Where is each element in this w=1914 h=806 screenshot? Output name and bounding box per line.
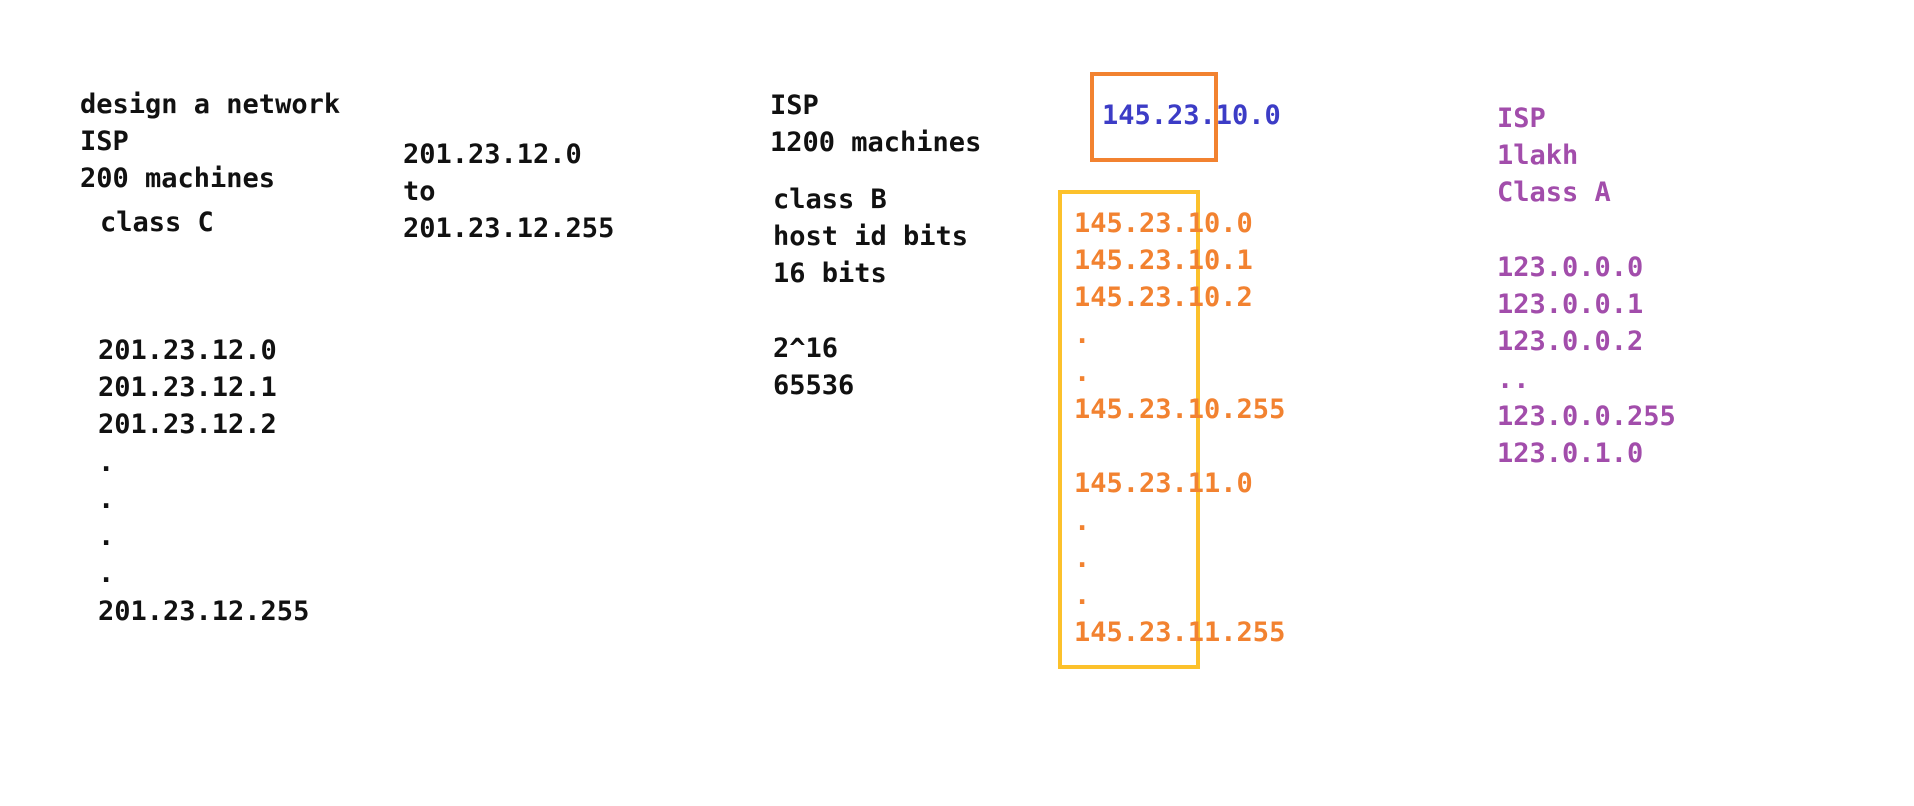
col4-address-item: 145.23.10.0 xyxy=(1074,208,1253,239)
col1-address-dot: . xyxy=(98,558,115,589)
col3-class-label: class B xyxy=(773,184,887,215)
col3-isp-label: ISP xyxy=(770,90,819,121)
col4-address-dot: . xyxy=(1074,319,1091,350)
col5-address-item: 123.0.0.2 xyxy=(1497,326,1644,357)
col4-address-item: 145.23.10.2 xyxy=(1074,282,1253,313)
col4-address-item: 145.23.11.255 xyxy=(1074,617,1286,648)
col3-count-label: 65536 xyxy=(773,370,855,401)
col5-address-item: 123.0.1.0 xyxy=(1497,438,1644,469)
col1-address-dot: . xyxy=(98,447,115,478)
col4-address-item: 145.23.10.255 xyxy=(1074,394,1286,425)
col4-address-item: 145.23.11.0 xyxy=(1074,468,1253,499)
col1-machines-label: 200 machines xyxy=(80,163,276,194)
col1-class-label: class C xyxy=(100,207,214,238)
col2-range-end: 201.23.12.255 xyxy=(403,213,615,244)
col5-class-label: Class A xyxy=(1497,177,1611,208)
heading-design-network: design a network xyxy=(80,89,341,120)
col4-network-id: 145.23.10.0 xyxy=(1102,100,1281,131)
col3-host-id-label: host id bits xyxy=(773,221,969,252)
col5-isp-label: ISP xyxy=(1497,103,1546,134)
col1-address-item: 201.23.12.255 xyxy=(98,596,310,627)
whiteboard-canvas: design a network ISP 200 machines class … xyxy=(0,0,1914,806)
col3-machines-label: 1200 machines xyxy=(770,127,982,158)
col5-address-item: 123.0.0.255 xyxy=(1497,401,1676,432)
col2-range-to: to xyxy=(403,176,436,207)
col5-count-label: 1lakh xyxy=(1497,140,1579,171)
col1-isp-label: ISP xyxy=(80,126,129,157)
col1-address-item: 201.23.12.2 xyxy=(98,409,277,440)
col3-power-label: 2^16 xyxy=(773,333,839,364)
col1-address-item: 201.23.12.1 xyxy=(98,372,277,403)
col4-address-item: 145.23.10.1 xyxy=(1074,245,1253,276)
col5-address-item: 123.0.0.0 xyxy=(1497,252,1644,283)
col4-address-dot: . xyxy=(1074,357,1091,388)
col3-bits-label: 16 bits xyxy=(773,258,887,289)
col1-address-item: 201.23.12.0 xyxy=(98,335,277,366)
col2-range-start: 201.23.12.0 xyxy=(403,139,582,170)
col1-address-dot: . xyxy=(98,521,115,552)
col4-address-dot: . xyxy=(1074,543,1091,574)
col4-address-dot: . xyxy=(1074,506,1091,537)
col5-address-dots: .. xyxy=(1497,364,1530,395)
col4-address-dot: . xyxy=(1074,580,1091,611)
col5-address-item: 123.0.0.1 xyxy=(1497,289,1644,320)
col1-address-dot: . xyxy=(98,484,115,515)
